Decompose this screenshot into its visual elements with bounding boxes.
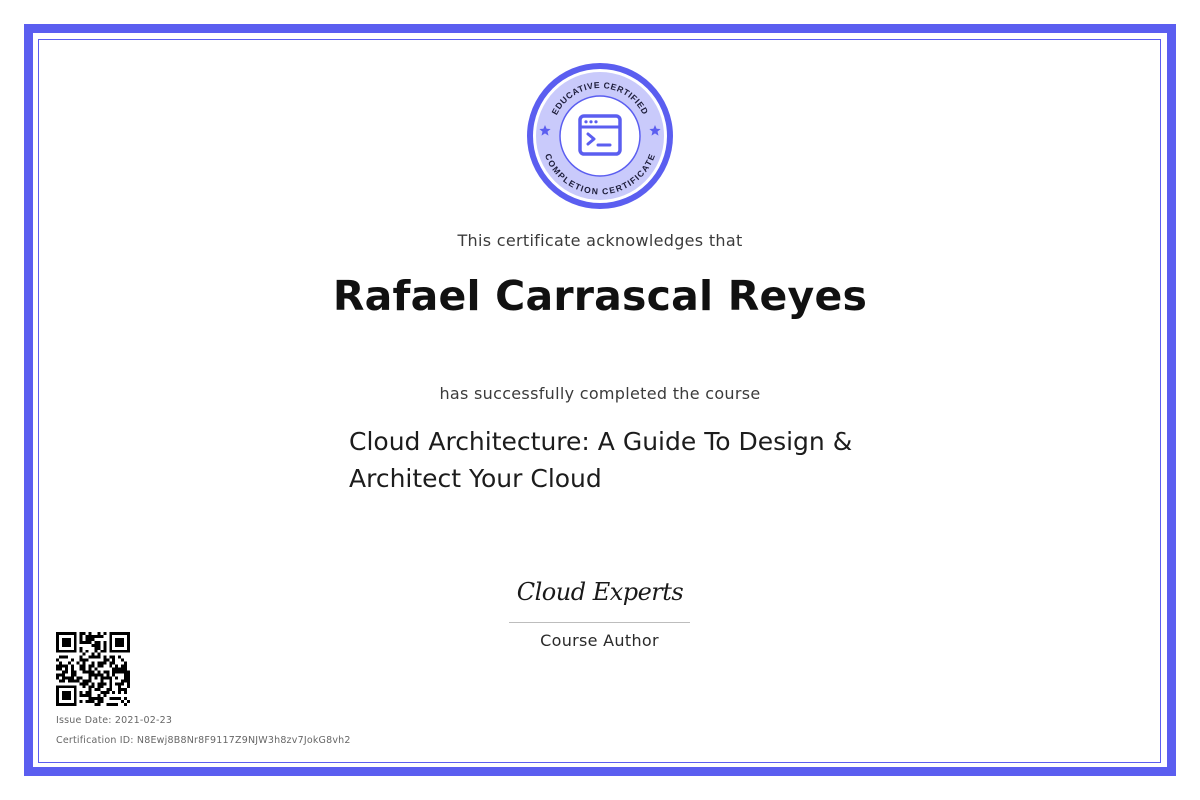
certificate-badge: EDUCATIVE CERTIFIED COMPLETION CERTIFICA… (527, 63, 673, 209)
course-author-label: Course Author (540, 631, 659, 650)
qr-code[interactable] (56, 632, 130, 706)
signature-line (509, 622, 690, 623)
recipient-name: Rafael Carrascal Reyes (332, 272, 868, 320)
issue-date: Issue Date: 2021-02-23 (56, 715, 173, 726)
author-signature: Cloud Experts (516, 578, 684, 606)
course-title: Cloud Architecture: A Guide To Design & … (349, 423, 909, 497)
acknowledgement-text: This certificate acknowledges that (457, 231, 743, 250)
completion-text: has successfully completed the course (439, 384, 761, 403)
course-title-line-1: Cloud Architecture: A Guide To Design & (349, 427, 853, 456)
course-title-line-2: Architect Your Cloud (349, 464, 602, 493)
certification-id: Certification ID: N8Ewj8B8Nr8F9117Z9NJW3… (56, 735, 351, 746)
